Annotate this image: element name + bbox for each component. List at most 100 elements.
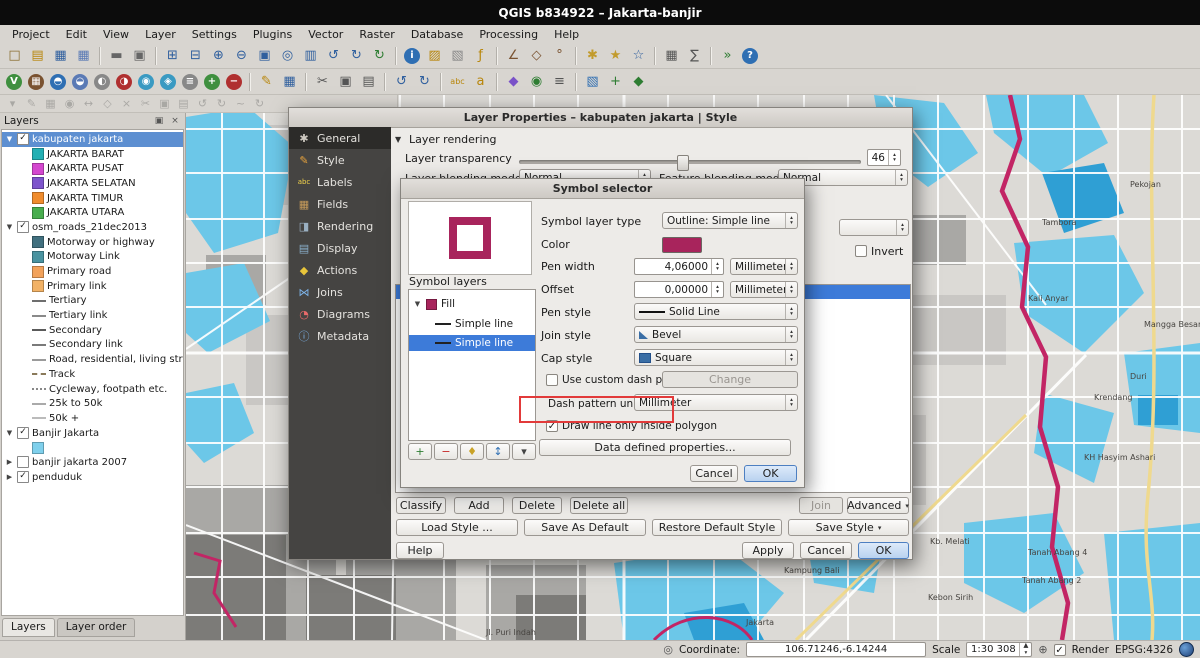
layer-item-jakarta-selatan[interactable]: JAKARTA SELATAN [2,176,183,191]
cap-style-combo[interactable]: Square ▴▾ [634,349,798,366]
menu-processing[interactable]: Processing [471,27,546,42]
save-style-button[interactable]: Save Style ▾ [788,519,909,536]
color-swatch-button[interactable] [662,237,702,253]
apply-button[interactable]: Apply [742,542,794,559]
layer-item-25k-to-50k[interactable]: 25k to 50k [2,396,183,411]
expander-icon[interactable]: ▶ [5,473,14,481]
labeling-icon[interactable]: abc [447,71,468,92]
props-tab-fields[interactable]: ▦Fields [289,193,391,215]
props-tab-labels[interactable]: abcLabels [289,171,391,193]
open-project-icon[interactable]: ▤ [27,45,48,66]
spinner-arrows-icon[interactable]: ▴▾ [711,259,723,274]
layer-item-osm-roads-21dec2013[interactable]: ▼✓osm_roads_21dec2013 [2,220,183,235]
props-tab-diagrams[interactable]: ◔Diagrams [289,303,391,325]
coordinate-input[interactable]: 106.71246,-6.14244 [746,642,926,657]
custom-projections-icon[interactable]: ◉ [526,71,547,92]
layer-item-jakarta-pusat[interactable]: JAKARTA PUSAT [2,161,183,176]
options-icon[interactable]: ≡ [549,71,570,92]
refresh-map-icon[interactable]: ↻ [369,45,390,66]
help-button[interactable]: Help [396,542,444,559]
save-project-icon[interactable]: ▦ [50,45,71,66]
redo-icon[interactable]: ↻ [414,71,435,92]
layer-item-secondary-link[interactable]: Secondary link [2,338,183,353]
layer-item-motorway-or-highway[interactable]: Motorway or highway [2,235,183,250]
cancel-button[interactable]: Cancel [800,542,852,559]
props-tab-general[interactable]: ✱General [289,127,391,149]
deselect-features-icon[interactable]: ▧ [447,45,468,66]
lock-symbol-layer-button[interactable]: ♦ [460,443,484,460]
classify-button[interactable]: Classify [396,497,446,514]
ok-button[interactable]: OK [858,542,909,559]
add-spatialite-layer-icon[interactable]: ◒ [72,74,88,90]
restore-default-style-button[interactable]: Restore Default Style [652,519,782,536]
remove-symbol-layer-button[interactable]: − [434,443,458,460]
symbol-layer-menu-button[interactable]: ▾ [512,443,536,460]
save-project-as-icon[interactable]: ▦ [73,45,94,66]
join-style-combo[interactable]: Bevel ▴▾ [634,326,798,343]
zoom-to-layer-icon[interactable]: ▥ [300,45,321,66]
add-vector-layer-icon[interactable]: V [6,74,22,90]
toggle-editing-icon[interactable]: ✎ [256,71,277,92]
offset-unit-combo[interactable]: Millimeter ▴▾ [730,281,798,298]
python-console-icon[interactable]: » [717,45,738,66]
copy-features-icon[interactable]: ▣ [335,71,356,92]
scale-combo[interactable]: 1:30 308 ▴▾ [966,642,1032,657]
add-wms-layer-icon[interactable]: ◉ [138,74,154,90]
help-icon[interactable]: ? [742,48,758,64]
measure-area-icon[interactable]: ◇ [526,45,547,66]
new-project-icon[interactable]: □ [4,45,25,66]
layer-item-50k-[interactable]: 50k + [2,411,183,426]
menu-project[interactable]: Project [4,27,58,42]
collapse-arrow-icon[interactable]: ▼ [395,135,401,144]
menu-plugins[interactable]: Plugins [245,27,300,42]
layer-item-track[interactable]: Track [2,367,183,382]
new-print-composer-icon[interactable]: ▬ [106,45,127,66]
data-defined-properties-button[interactable]: Data defined properties... [539,439,791,456]
globe-icon[interactable] [1179,642,1194,657]
zoom-next-icon[interactable]: ↻ [346,45,367,66]
zoom-out-icon[interactable]: ⊖ [231,45,252,66]
pan-map-icon[interactable]: ⊞ [162,45,183,66]
expander-icon[interactable]: ▼ [5,429,14,437]
transparency-spinbox[interactable]: 46 ▴▾ [867,149,901,166]
pan-to-selection-icon[interactable]: ⊟ [185,45,206,66]
undo-icon[interactable]: ↺ [391,71,412,92]
move-symbol-layer-button[interactable]: ↕ [486,443,510,460]
layer-item-secondary[interactable]: Secondary [2,323,183,338]
menu-view[interactable]: View [95,27,137,42]
add-postgis-layer-icon[interactable]: ◓ [50,74,66,90]
layer-item-banjir-jakarta-2007[interactable]: ▶banjir jakarta 2007 [2,455,183,470]
symbol-ok-button[interactable]: OK [744,465,797,482]
show-bookmarks-icon[interactable]: ☆ [628,45,649,66]
new-shapefile-layer-icon[interactable]: + [204,74,220,90]
identify-features-icon[interactable]: i [404,48,420,64]
layer-item-jakarta-barat[interactable]: JAKARTA BARAT [2,147,183,162]
layer-item-tertiary-link[interactable]: Tertiary link [2,308,183,323]
menu-raster[interactable]: Raster [351,27,402,42]
add-raster-layer-icon[interactable]: ▦ [28,74,44,90]
map-tips-icon[interactable]: ✱ [582,45,603,66]
layer-item-banjir-jakarta[interactable]: ▼✓Banjir Jakarta [2,426,183,441]
dock-icon[interactable]: ▣ [153,116,165,126]
visibility-checkbox[interactable]: ✓ [17,427,29,439]
attribute-table-icon[interactable]: ▦ [661,45,682,66]
layer-item-cycleway-footpath-etc-[interactable]: Cycleway, footpath etc. [2,382,183,397]
spinner-arrows-icon[interactable]: ▴▾ [888,150,900,165]
processing-toolbox-icon[interactable]: + [605,71,626,92]
magnifier-icon[interactable]: ⊕ [1038,643,1047,656]
add-symbol-layer-button[interactable]: + [408,443,432,460]
add-button[interactable]: Add [454,497,504,514]
menu-settings[interactable]: Settings [184,27,245,42]
pen-width-spinbox[interactable]: 4,06000 ▴▾ [634,258,724,275]
layer-item-motorway-link[interactable]: Motorway Link [2,250,183,265]
layer-item-swatch[interactable] [2,440,183,455]
new-bookmark-icon[interactable]: ★ [605,45,626,66]
save-as-default-button[interactable]: Save As Default [524,519,646,536]
paste-features-icon[interactable]: ▤ [358,71,379,92]
load-style-button[interactable]: Load Style ... [396,519,518,536]
select-features-icon[interactable]: ▨ [424,45,445,66]
transparency-slider-handle[interactable] [677,155,689,171]
pen-width-unit-combo[interactable]: Millimeter ▴▾ [730,258,798,275]
composer-manager-icon[interactable]: ▣ [129,45,150,66]
color-ramp-combo[interactable]: ▴▾ [839,219,909,236]
